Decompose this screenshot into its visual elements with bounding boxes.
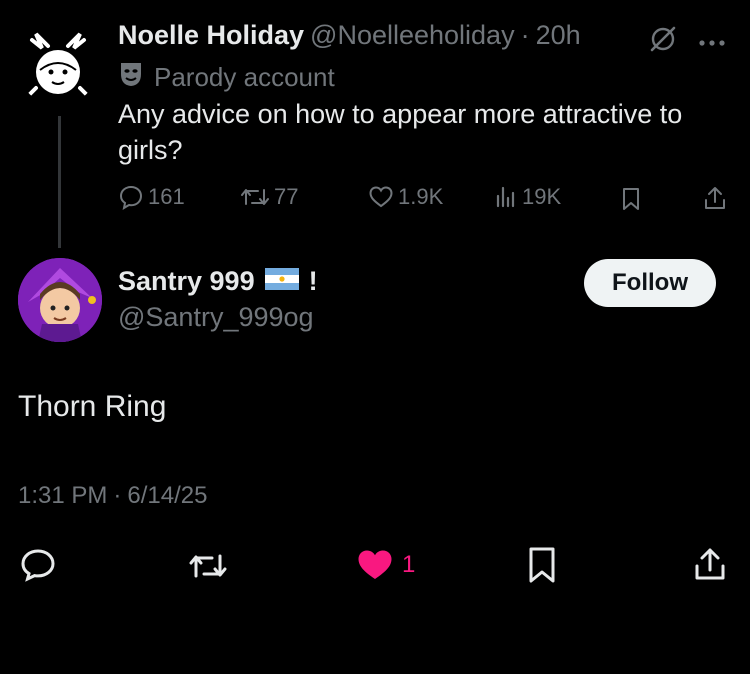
reply-tweet-text: Thorn Ring (18, 390, 167, 423)
reply-author-row: Santry 999 ! (118, 266, 318, 297)
views-icon (494, 184, 518, 210)
repost-icon (240, 184, 270, 210)
reply-action-share[interactable] (692, 546, 728, 582)
parody-label: Parody account (118, 60, 335, 95)
thread-line (58, 116, 61, 248)
bookmark-icon (526, 546, 558, 584)
reply-action-like[interactable]: 1 (356, 548, 415, 582)
parent-time[interactable]: 20h (536, 20, 581, 51)
reply-icon (20, 548, 56, 582)
heart-filled-icon (356, 548, 394, 582)
parent-handle[interactable]: @Noelleeholiday (310, 20, 515, 51)
like-count: 1.9K (398, 184, 444, 209)
reply-icon (118, 184, 144, 210)
parent-author-name[interactable]: Noelle Holiday (118, 20, 304, 51)
parent-avatar[interactable] (18, 26, 98, 106)
reply-stat[interactable]: 161 (118, 184, 185, 210)
like-stat[interactable]: 1.9K (368, 184, 443, 210)
share-icon[interactable] (702, 185, 728, 216)
like-icon (368, 184, 394, 210)
repost-icon (188, 550, 228, 582)
parent-header: Noelle Holiday @Noelleeholiday · 20h (118, 20, 581, 51)
reply-like-count: 1 (402, 551, 416, 578)
repost-stat[interactable]: 77 (240, 184, 298, 210)
grok-icon[interactable] (648, 24, 678, 59)
reply-action-repost[interactable] (188, 550, 228, 582)
reply-time-separator: · (113, 482, 122, 509)
mask-icon (118, 60, 144, 95)
argentina-flag-icon (264, 266, 299, 297)
reply-avatar[interactable] (18, 258, 102, 342)
parent-tweet-text: Any advice on how to appear more attract… (118, 99, 683, 165)
share-icon (692, 546, 728, 582)
reply-author-name[interactable]: Santry 999 (118, 266, 255, 297)
parody-text: Parody account (154, 62, 335, 92)
santry-avatar-image (18, 258, 102, 342)
reply-name-suffix: ! (308, 266, 318, 296)
parent-separator: · (520, 20, 530, 50)
reply-action-bookmark[interactable] (526, 546, 558, 584)
follow-button[interactable]: Follow (584, 259, 716, 307)
reply-timestamp: 1:31 PM · 6/14/25 (18, 482, 207, 510)
views-count: 19K (522, 184, 562, 209)
more-icon[interactable] (698, 34, 726, 52)
reply-handle[interactable]: @Santry_999og (118, 302, 314, 333)
views-stat[interactable]: 19K (494, 184, 561, 210)
reply-count: 161 (148, 184, 185, 209)
reply-action-reply[interactable] (20, 548, 56, 582)
reply-time[interactable]: 1:31 PM (18, 482, 107, 510)
reply-date[interactable]: 6/14/25 (127, 482, 207, 510)
bookmark-icon[interactable] (619, 186, 643, 217)
repost-count: 77 (274, 184, 299, 209)
noelle-avatar-image (26, 32, 90, 98)
